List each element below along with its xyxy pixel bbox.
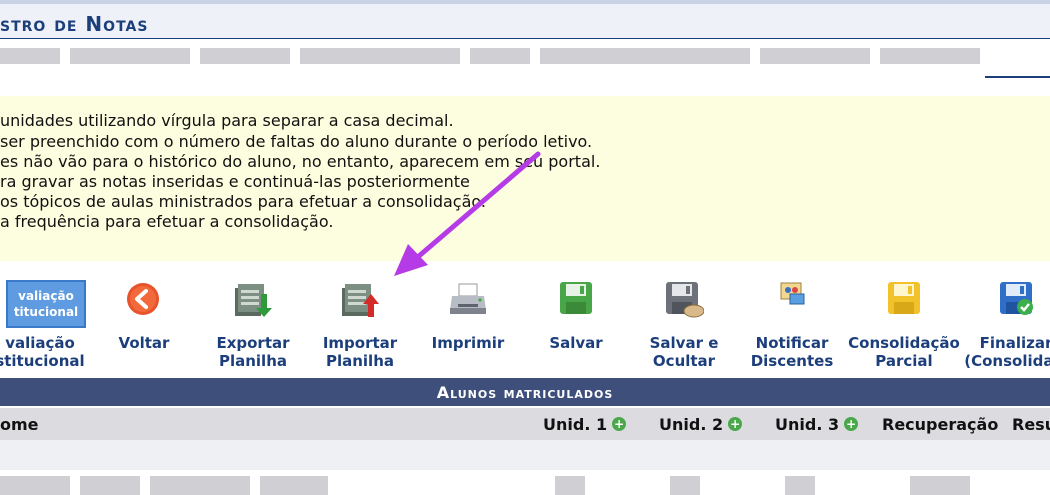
annotation-arrow-head: [394, 244, 428, 276]
annotation-arrow: [394, 151, 541, 276]
annotation-arrow-shaft: [409, 151, 541, 265]
